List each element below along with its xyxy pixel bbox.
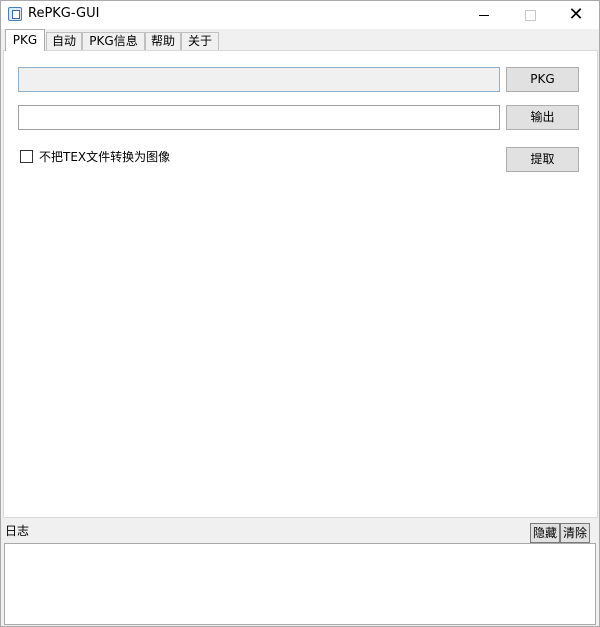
pkg-button[interactable]: PKG [506, 67, 579, 92]
tab-strip: PKG 自动 PKG信息 帮助 关于 [1, 29, 599, 51]
log-label: 日志 [5, 524, 30, 538]
tab-auto[interactable]: 自动 [46, 32, 82, 50]
tab-help[interactable]: 帮助 [145, 32, 181, 50]
no-tex-convert-option[interactable]: 不把TEX文件转换为图像 [20, 148, 170, 164]
extract-button[interactable]: 提取 [506, 147, 579, 172]
hide-log-button[interactable]: 隐藏 [530, 523, 560, 543]
clear-log-button[interactable]: 清除 [560, 523, 590, 543]
no-tex-convert-label: 不把TEX文件转换为图像 [39, 149, 171, 164]
main-window: RePKG-GUI ✕ PKG 自动 PKG信息 帮助 关于 PKG 输出 不把… [0, 0, 600, 627]
title-bar[interactable]: RePKG-GUI ✕ [1, 1, 599, 29]
tab-about[interactable]: 关于 [181, 32, 219, 50]
close-icon: ✕ [568, 4, 584, 25]
maximize-icon [524, 9, 536, 21]
maximize-button[interactable] [507, 1, 553, 29]
output-button[interactable]: 输出 [506, 105, 579, 130]
log-output[interactable] [4, 543, 596, 625]
window-title: RePKG-GUI [28, 6, 100, 21]
app-icon [8, 7, 22, 21]
minimize-icon [479, 14, 489, 16]
tab-pkg[interactable]: PKG [5, 29, 45, 51]
pkg-path-input[interactable] [18, 67, 500, 92]
minimize-button[interactable] [461, 1, 507, 29]
no-tex-convert-checkbox[interactable] [20, 149, 33, 163]
pkg-tab-panel: PKG 输出 不把TEX文件转换为图像 提取 [3, 50, 598, 518]
tab-pkg-info[interactable]: PKG信息 [82, 32, 145, 50]
output-path-input[interactable] [18, 105, 500, 130]
close-button[interactable]: ✕ [553, 1, 599, 29]
